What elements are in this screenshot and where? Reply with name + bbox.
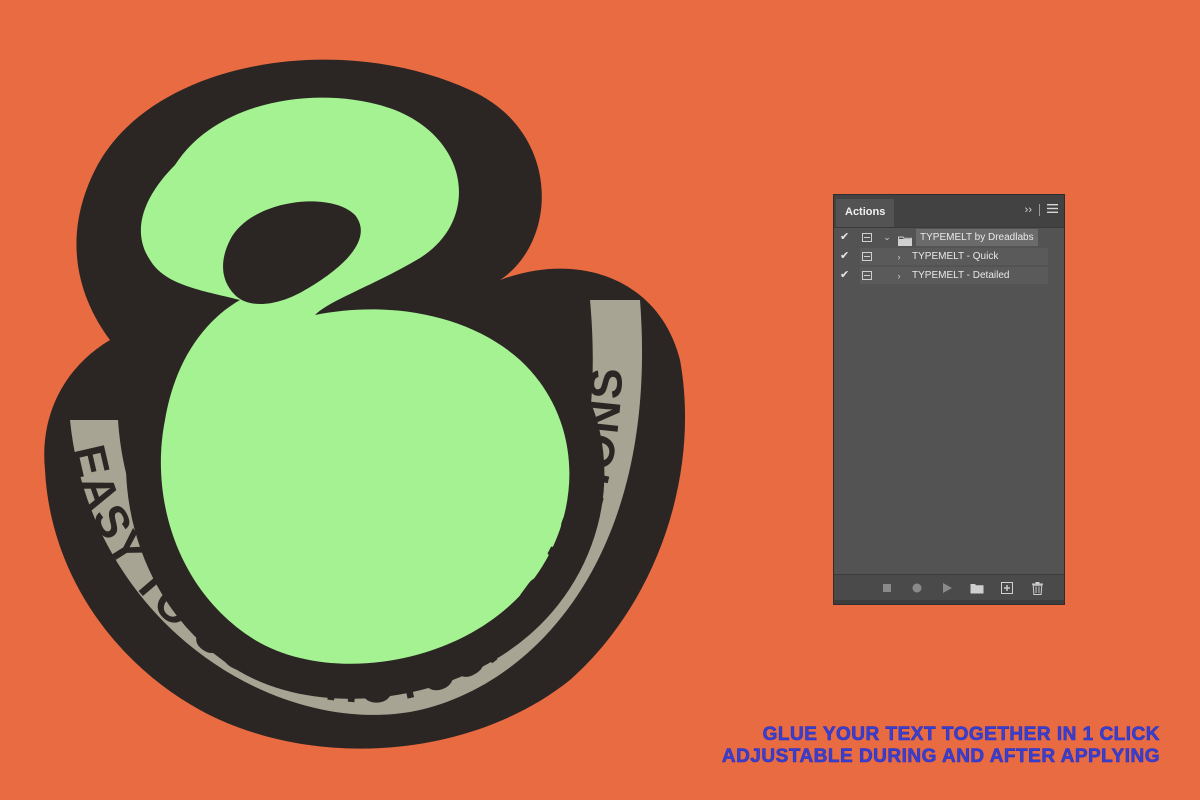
stop-icon[interactable] bbox=[880, 581, 894, 595]
folder-icon[interactable] bbox=[970, 581, 984, 595]
new-action-icon[interactable] bbox=[1000, 581, 1014, 595]
checkmark-icon[interactable]: ✔ bbox=[840, 266, 852, 285]
panel-header: Actions ›› bbox=[834, 195, 1064, 228]
action-set-label: TYPEMELT by Dreadlabs bbox=[916, 229, 1038, 246]
dialog-toggle-icon[interactable] bbox=[862, 252, 872, 261]
checkmark-icon[interactable]: ✔ bbox=[840, 247, 852, 266]
actions-panel: Actions ›› ✔ ⌄ TYPEMELT by Dreadlabs ✔ ›… bbox=[833, 194, 1065, 605]
action-label: TYPEMELT - Quick bbox=[912, 251, 999, 262]
action-set-row[interactable]: ✔ ⌄ TYPEMELT by Dreadlabs bbox=[834, 228, 1064, 247]
footer-icons bbox=[880, 581, 1044, 595]
hamburger-menu-icon[interactable] bbox=[1047, 204, 1058, 216]
panel-header-controls: ›› bbox=[1025, 204, 1058, 216]
record-icon[interactable] bbox=[910, 581, 924, 595]
dialog-toggle-icon[interactable] bbox=[862, 271, 872, 280]
action-row[interactable]: ✔ › TYPEMELT - Detailed bbox=[834, 266, 1064, 285]
chevron-down-icon[interactable]: ⌄ bbox=[882, 232, 892, 243]
action-label: TYPEMELT - Detailed bbox=[912, 270, 1010, 281]
tagline-line-1: GLUE YOUR TEXT TOGETHER IN 1 CLICK bbox=[762, 724, 1160, 746]
checkmark-icon[interactable]: ✔ bbox=[840, 228, 852, 247]
double-chevron-right-icon[interactable]: ›› bbox=[1025, 204, 1032, 216]
tagline: GLUE YOUR TEXT TOGETHER IN 1 CLICK ADJUS… bbox=[722, 724, 1160, 768]
sticker-graphic: EASY TO USE PHOTOSHOP ACTIONS bbox=[0, 0, 700, 800]
actions-list: ✔ ⌄ TYPEMELT by Dreadlabs ✔ › TYPEMELT -… bbox=[834, 228, 1064, 285]
trash-icon[interactable] bbox=[1030, 581, 1044, 595]
chevron-right-icon[interactable]: › bbox=[894, 271, 904, 281]
play-icon[interactable] bbox=[940, 581, 954, 595]
action-row[interactable]: ✔ › TYPEMELT - Quick bbox=[834, 247, 1064, 266]
tab-actions[interactable]: Actions bbox=[836, 199, 895, 227]
chevron-right-icon[interactable]: › bbox=[894, 252, 904, 262]
panel-footer bbox=[834, 574, 1064, 604]
panel-resize-handle[interactable] bbox=[834, 600, 1064, 604]
header-separator bbox=[1039, 204, 1040, 216]
folder-icon bbox=[898, 233, 912, 246]
dialog-toggle-icon[interactable] bbox=[862, 233, 872, 242]
tagline-line-2: ADJUSTABLE DURING AND AFTER APPLYING bbox=[721, 746, 1160, 768]
